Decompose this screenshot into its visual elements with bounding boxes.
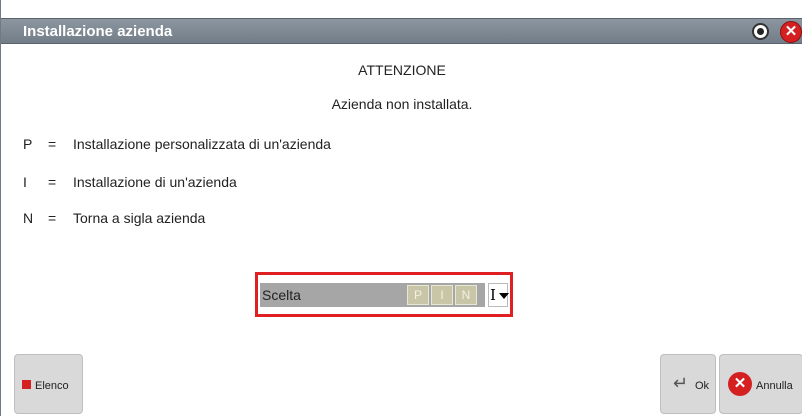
option-key: P	[23, 136, 33, 152]
radio-icon[interactable]	[752, 23, 769, 40]
elenco-button[interactable]: Elenco	[14, 354, 83, 414]
close-icon[interactable]: ✕	[780, 21, 802, 43]
choice-option-n[interactable]: N	[455, 285, 477, 305]
warning-text: Azienda non installata.	[331, 96, 473, 112]
choice-value: I	[490, 286, 496, 304]
cancel-icon: ✕	[728, 372, 752, 396]
option-key: I	[23, 174, 27, 190]
ok-label: Ok	[695, 380, 710, 392]
dialog-window: Installazione azienda ✕ ATTENZIONE Azien…	[0, 0, 802, 416]
option-equals: =	[48, 210, 57, 226]
ok-button[interactable]: ↵ Ok	[660, 354, 716, 414]
option-description: Installazione personalizzata di un'azien…	[73, 136, 331, 152]
enter-icon: ↵	[673, 373, 689, 393]
warning-heading: ATTENZIONE	[358, 62, 446, 78]
choice-panel: Scelta P I N	[260, 283, 485, 307]
option-description: Installazione di un'azienda	[73, 174, 237, 190]
option-description: Torna a sigla azienda	[73, 210, 206, 226]
annulla-label: Annulla	[756, 380, 793, 392]
choice-label: Scelta	[262, 287, 301, 303]
option-equals: =	[48, 174, 57, 190]
window-title: Installazione azienda	[23, 23, 173, 40]
choice-option-i[interactable]: I	[431, 285, 453, 305]
elenco-label: Elenco	[35, 380, 69, 392]
title-bar: Installazione azienda ✕	[1, 18, 802, 44]
dropdown-arrow-icon[interactable]	[499, 293, 509, 299]
option-equals: =	[48, 136, 57, 152]
annulla-button[interactable]: ✕ Annulla	[719, 354, 802, 414]
list-square-icon	[22, 380, 31, 389]
choice-option-p[interactable]: P	[407, 285, 429, 305]
choice-input[interactable]: I	[488, 283, 509, 307]
option-key: N	[23, 210, 34, 226]
choice-field: Scelta P I N I	[255, 272, 513, 317]
